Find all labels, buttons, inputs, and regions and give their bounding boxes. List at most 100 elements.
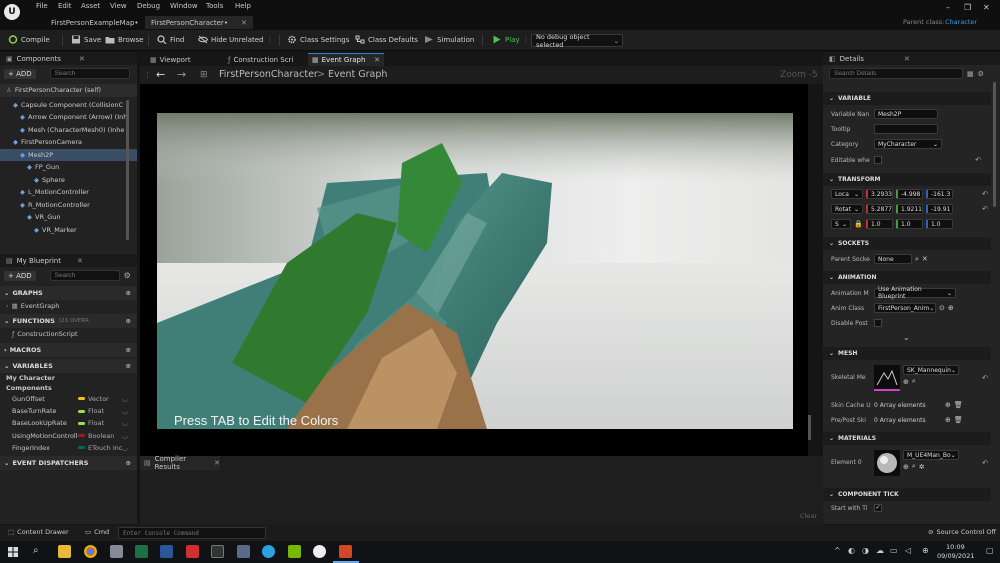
close-icon[interactable]: ✕ — [77, 257, 83, 265]
tab-viewport[interactable]: ▦ Viewport — [144, 53, 214, 66]
functions-section[interactable]: ⌄ FUNCTIONS (23 OVERR ⊕ — [0, 314, 137, 329]
component-item[interactable]: ◆ VR_Gun — [0, 211, 137, 224]
add-member-button[interactable]: + ADD — [4, 270, 36, 281]
add-element-icon[interactable]: ⊕ — [945, 401, 951, 409]
browse-button[interactable]: Browse — [105, 35, 144, 44]
network-icon[interactable]: ▭ — [890, 546, 898, 555]
scale-mode-select[interactable]: S ⌄ — [831, 219, 851, 229]
menu-file[interactable]: File — [36, 2, 48, 10]
menu-debug[interactable]: Debug — [137, 2, 160, 10]
location-mode-select[interactable]: Loca ⌄ — [831, 189, 863, 199]
details-scrollbar[interactable] — [993, 82, 996, 207]
anim-mode-select[interactable]: Use Animation Blueprint ⌄ — [874, 286, 956, 300]
app-icon[interactable] — [211, 545, 224, 558]
doc-tab-character[interactable]: FirstPersonCharacter• ✕ — [145, 16, 253, 29]
menu-grip-icon[interactable]: ⋮ — [144, 71, 151, 79]
gear-icon[interactable]: ⚙ — [978, 70, 984, 78]
tray-chevron-icon[interactable]: ^ — [834, 546, 841, 555]
component-item[interactable]: ◆ FP_Gun — [0, 161, 137, 174]
app-icon[interactable] — [110, 545, 123, 558]
scale-y[interactable]: 1.0 — [896, 219, 923, 229]
tray-icon[interactable]: ◑ — [862, 546, 869, 555]
notification-icon[interactable]: ▢ — [986, 546, 994, 555]
file-explorer-icon[interactable] — [58, 545, 71, 558]
component-item[interactable]: ◆ Sphere — [0, 174, 137, 187]
component-item[interactable]: ◆ Arrow Component (Arrow) (Inh — [0, 111, 137, 124]
rotation-y[interactable]: 1.9211 — [896, 204, 923, 214]
components-search-input[interactable] — [49, 68, 130, 79]
cloud-icon[interactable]: ☁ — [876, 546, 884, 555]
clear-button[interactable]: Clear — [800, 512, 817, 520]
macros-section[interactable]: › MACROS ⊕ — [0, 342, 137, 357]
use-selected-icon[interactable]: ⊕ — [903, 378, 909, 386]
content-drawer-button[interactable]: ⬚ Content Drawer — [8, 528, 69, 536]
variable-row[interactable]: BaseLookUpRate Float ◡ — [0, 417, 137, 429]
reset-arrow-icon[interactable]: ↶ — [982, 205, 988, 213]
graph-scrollbar[interactable] — [808, 415, 811, 440]
materials-section[interactable]: ⌄ MATERIALS — [823, 432, 991, 445]
search-icon[interactable]: ⌕ — [33, 545, 39, 556]
add-variable-icon[interactable]: ⊕ — [126, 362, 131, 370]
animation-section[interactable]: ⌄ ANIMATION — [823, 271, 991, 284]
back-arrow-icon[interactable]: ← — [156, 68, 165, 81]
calculator-icon[interactable] — [237, 545, 250, 558]
construction-script-item[interactable]: ƒ ConstructionScript — [0, 328, 137, 340]
component-tick-section[interactable]: ⌄ COMPONENT TICK — [823, 488, 991, 501]
nvidia-icon[interactable] — [288, 545, 301, 558]
component-item[interactable]: ◆ Mesh2P — [0, 148, 137, 161]
graphs-section[interactable]: ⌄ GRAPHS ⊕ — [0, 286, 137, 300]
close-window-icon[interactable]: ✕ — [983, 3, 990, 12]
search-icon[interactable]: ⌕ — [912, 462, 916, 471]
minimize-icon[interactable]: – — [946, 3, 950, 12]
windows-start-icon[interactable] — [8, 547, 18, 557]
variables-section[interactable]: ⌄ VARIABLES ⊕ — [0, 358, 137, 373]
rotation-z[interactable]: -19.91 — [926, 204, 953, 214]
element0-select[interactable]: M_UE4Man_Bo ⌄ — [903, 450, 959, 460]
add-macro-icon[interactable]: ⊕ — [126, 346, 131, 354]
visibility-eye-icon[interactable]: ◡ — [122, 419, 128, 427]
chrome-icon[interactable] — [84, 545, 97, 558]
class-defaults-button[interactable]: Class Defaults — [355, 35, 418, 44]
clear-icon[interactable]: ✕ — [922, 255, 928, 263]
console-command-input[interactable] — [118, 527, 266, 539]
reset-arrow-icon[interactable]: ↶ — [982, 190, 988, 198]
component-item[interactable]: ◆ R_MotionController — [0, 199, 137, 212]
breadcrumb-current[interactable]: Event Graph — [328, 69, 387, 80]
visibility-eye-icon[interactable]: ◡ — [122, 407, 128, 415]
component-item[interactable]: ◆ Mesh (CharacterMesh0) (Inhe — [0, 124, 137, 137]
use-selected-icon[interactable]: ⊕ — [903, 463, 909, 471]
scale-x[interactable]: 1.0 — [866, 219, 893, 229]
trash-icon[interactable]: 🗑 — [954, 401, 963, 409]
variable-section[interactable]: ⌄ VARIABLE — [823, 92, 991, 105]
sockets-section[interactable]: ⌄ SOCKETS — [823, 237, 991, 250]
excel-icon[interactable] — [135, 545, 148, 558]
component-item[interactable]: ◆ L_MotionController — [0, 186, 137, 199]
variable-name-field[interactable]: Mesh2P — [874, 109, 938, 119]
simulation-button[interactable]: Simulation — [424, 35, 474, 44]
reset-arrow-icon[interactable]: ↶ — [975, 156, 981, 164]
cmd-button[interactable]: ▭ Cmd — [85, 528, 109, 536]
save-button[interactable]: Save — [71, 35, 101, 44]
source-control-status[interactable]: ⊘ Source Control Off — [928, 528, 996, 536]
clock-date[interactable]: 09/09/2021 — [937, 552, 974, 560]
word-icon[interactable] — [160, 545, 173, 558]
powerpoint-icon[interactable] — [339, 545, 352, 558]
parent-socket-field[interactable]: None — [874, 254, 912, 264]
language-icon[interactable]: ⊕ — [922, 546, 929, 555]
rotation-x[interactable]: 5.2877 — [866, 204, 893, 214]
app-icon[interactable] — [186, 545, 199, 558]
menu-asset[interactable]: Asset — [81, 2, 100, 10]
menu-window[interactable]: Window — [170, 2, 198, 10]
tab-construction-script[interactable]: ƒ Construction Scri — [224, 53, 304, 66]
skeletal-mesh-select[interactable]: SK_Mannequin ⌄ — [903, 365, 959, 375]
class-settings-button[interactable]: Class Settings — [287, 35, 349, 44]
editable-checkbox[interactable] — [874, 156, 882, 164]
search-icon[interactable]: ⌕ — [915, 255, 919, 264]
visibility-eye-icon[interactable]: ◡ — [122, 395, 128, 403]
close-icon[interactable]: ✕ — [79, 55, 85, 63]
menu-tools[interactable]: Tools — [206, 2, 223, 10]
compiler-results-tab[interactable]: ▤ Compiler Results ✕ — [140, 455, 220, 471]
telegram-icon[interactable] — [262, 545, 275, 558]
volume-icon[interactable]: ◁ — [905, 546, 911, 555]
add-dispatcher-icon[interactable]: ⊕ — [126, 459, 131, 467]
